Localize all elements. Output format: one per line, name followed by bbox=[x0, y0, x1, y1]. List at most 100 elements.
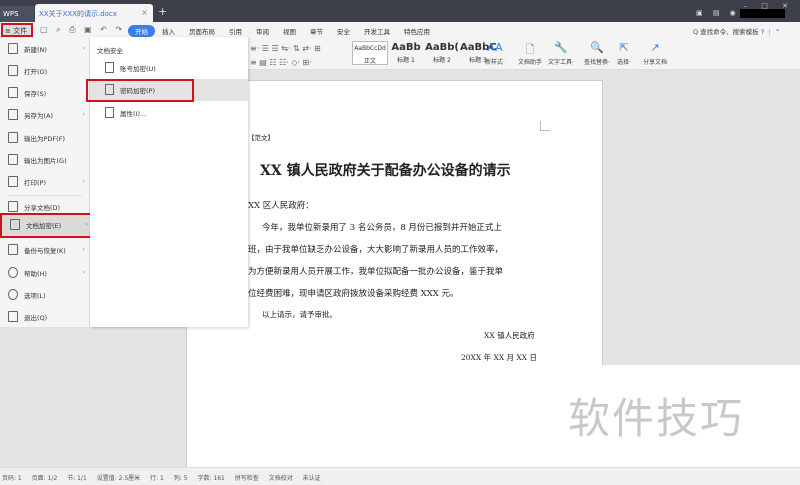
spell-check-button[interactable]: 拼写检查 bbox=[235, 475, 259, 482]
chevron-right-icon: › bbox=[85, 220, 88, 228]
tab-review[interactable]: 审阅 bbox=[249, 25, 276, 37]
share-document-button[interactable]: ↗ 分享文档 bbox=[643, 41, 667, 66]
folder-icon bbox=[8, 65, 18, 76]
tab-developer[interactable]: 开发工具 bbox=[357, 25, 397, 37]
salutation: XX 区人民政府： bbox=[248, 201, 314, 211]
tab-insert[interactable]: 插入 bbox=[155, 25, 182, 37]
help-icon bbox=[8, 267, 18, 278]
menu-export-image[interactable]: 输出为图片(G) bbox=[0, 150, 90, 172]
status-row: 行: 1 bbox=[150, 475, 164, 482]
paragraph-tools-icons[interactable]: ≡· ☰ ☰ ⇆· ⇅ ⇄· ⊞ ≡ ▤ ☷ ☷· ◇· ⊞· bbox=[250, 42, 321, 70]
date: 20XX 年 XX 月 XX 日 bbox=[461, 353, 537, 362]
body-line: 为方便新录用人员开展工作，我单位拟配备一批办公设备，鉴于我单 bbox=[248, 267, 504, 277]
menu-open[interactable]: 打开(O) bbox=[0, 61, 90, 83]
body-line: 位经费困难，现申请区政府拨放设备采购经费 XXX 元。 bbox=[248, 289, 459, 299]
print-icon bbox=[8, 176, 18, 187]
new-style-icon: AA bbox=[487, 41, 503, 54]
doc-tag: 【范文】 bbox=[248, 134, 274, 142]
exit-icon bbox=[8, 311, 18, 322]
select-button[interactable]: ⇱ 选择· bbox=[617, 41, 631, 66]
tab-home[interactable]: 开始 bbox=[128, 25, 155, 37]
style-normal[interactable]: AaBbCcDd 正文 bbox=[352, 41, 388, 65]
window-controls[interactable]: – □ ✕ bbox=[744, 2, 794, 10]
new-tab-button[interactable]: + bbox=[158, 5, 167, 18]
chevron-right-icon: › bbox=[82, 177, 85, 185]
menu-export-pdf[interactable]: 输出为PDF(F) bbox=[0, 128, 90, 150]
menu-backup[interactable]: 备份与恢复(K) › bbox=[0, 240, 90, 262]
menu-bar: ≡ 文件 ▢ ⌕ ⎙ ▣ ↶ ↷ ▾ 开始 插入 页面布局 引用 审阅 视图 章… bbox=[0, 22, 800, 37]
command-search[interactable]: Q 查找命令、搜索模板 ? ⋮ ⌃ bbox=[693, 26, 780, 36]
file-menu: 新建(N) › 打开(O) 保存(S) 另存为(A) › 输出为PDF(F) 输出为… bbox=[0, 37, 95, 329]
tab-references[interactable]: 引用 bbox=[222, 25, 249, 37]
body-line: 班，由于我单位缺乏办公设备，大大影响了新录用人员的工作效率， bbox=[248, 245, 504, 255]
titlebar-tools-icon[interactable]: ▣ ▤ ◉ bbox=[696, 9, 740, 17]
menu-exit[interactable]: 退出(Q) bbox=[0, 307, 90, 329]
tab-section[interactable]: 章节 bbox=[303, 25, 330, 37]
menu-save[interactable]: 保存(S) bbox=[0, 83, 90, 105]
new-icon bbox=[8, 43, 18, 54]
menu-save-as[interactable]: 另存为(A) › bbox=[0, 105, 90, 127]
account-redacted[interactable] bbox=[740, 9, 785, 18]
status-column: 列: 5 bbox=[173, 475, 188, 482]
account-encrypt-item[interactable]: 账号加密(U) bbox=[90, 57, 248, 79]
search-icon: 🔍 bbox=[590, 41, 604, 54]
status-word-count[interactable]: 字数: 161 bbox=[197, 475, 224, 482]
backup-icon bbox=[8, 244, 18, 255]
watermark: 软件技巧 bbox=[560, 365, 800, 467]
menu-help[interactable]: 帮助(H) › bbox=[0, 263, 90, 285]
doc-assistant-button[interactable]: 🗋 文档助手 bbox=[518, 41, 542, 66]
menu-new[interactable]: 新建(N) › bbox=[0, 39, 90, 61]
style-gallery: AaBbCcDd 正文 AaBb 标题 1 AaBb(标题 2 AaBbC 标题 3 bbox=[352, 41, 497, 65]
properties-item[interactable]: 属性(I)... bbox=[90, 102, 248, 124]
cursor-icon: ⇱ bbox=[619, 41, 629, 54]
gear-icon bbox=[8, 289, 18, 300]
menu-print[interactable]: 打印(P) › bbox=[0, 172, 90, 194]
certification-status[interactable]: 未认证 bbox=[303, 475, 321, 482]
share-icon: ↗ bbox=[650, 41, 660, 54]
document-body[interactable]: 【范文】 XX 镇人民政府关于配备办公设备的请示 XX 区人民政府： 今年，我单… bbox=[248, 132, 548, 362]
status-setting: 设置值: 2.5厘米 bbox=[96, 475, 141, 482]
close-tab-icon[interactable]: × bbox=[141, 8, 148, 17]
status-bar: 页码: 1 页面: 1/2 节: 1/1 设置值: 2.5厘米 行: 1 列: … bbox=[0, 467, 800, 485]
body-line: 今年，我单位新录用了 3 名公务员，8 月份已报到并开始正式上 bbox=[262, 223, 502, 233]
proofread-button[interactable]: 文档校对 bbox=[269, 475, 293, 482]
chevron-right-icon: › bbox=[82, 245, 85, 253]
file-menu-button[interactable]: ≡ 文件 bbox=[1, 23, 33, 37]
status-page-number: 页码: 1 bbox=[2, 475, 22, 482]
document-icon: 🗋 bbox=[525, 43, 535, 56]
status-pages: 页面: 1/2 bbox=[31, 475, 58, 482]
menu-options[interactable]: 选项(L) bbox=[0, 285, 90, 307]
document-tab-label: XX关于XXX的请示.docx bbox=[39, 10, 117, 18]
wrench-icon: 🔧 bbox=[554, 41, 568, 54]
tab-page-layout[interactable]: 页面布局 bbox=[182, 25, 222, 37]
save-icon bbox=[8, 87, 18, 98]
chevron-right-icon: › bbox=[82, 44, 85, 52]
tab-view[interactable]: 视图 bbox=[276, 25, 303, 37]
properties-icon bbox=[105, 107, 114, 118]
tab-security[interactable]: 安全 bbox=[330, 25, 357, 37]
chevron-right-icon: › bbox=[82, 268, 85, 276]
status-section: 节: 1/1 bbox=[67, 475, 87, 482]
tab-special[interactable]: 特色应用 bbox=[397, 25, 437, 37]
style-heading-1[interactable]: AaBb 标题 1 bbox=[388, 41, 424, 65]
menu-encrypt[interactable]: 文档加密(E) › bbox=[0, 213, 95, 238]
pdf-icon bbox=[8, 132, 18, 143]
divider bbox=[8, 195, 82, 196]
doc-title: XX 镇人民政府关于配备办公设备的请示 bbox=[260, 163, 511, 179]
title-bar: WPS XX关于XXX的请示.docx × + ▣ ▤ ◉ – □ ✕ bbox=[0, 0, 800, 22]
save-as-icon bbox=[8, 109, 18, 120]
margin-corner bbox=[540, 121, 550, 131]
chevron-right-icon: › bbox=[82, 110, 85, 118]
closing: 以上请示，请予审批。 bbox=[262, 310, 337, 319]
new-style-button[interactable]: AA 新样式· bbox=[485, 41, 505, 66]
find-replace-button[interactable]: 🔍 查找替换· bbox=[584, 41, 610, 66]
submenu-header: 文档安全 bbox=[97, 47, 123, 55]
style-heading-2[interactable]: AaBb(标题 2 bbox=[424, 41, 460, 65]
document-tab[interactable]: XX关于XXX的请示.docx × bbox=[35, 4, 153, 22]
text-tools-button[interactable]: 🔧 文字工具· bbox=[548, 41, 574, 66]
quick-access-icons[interactable]: ▢ ⌕ ⎙ ▣ ↶ ↷ ▾ bbox=[40, 25, 138, 35]
account-lock-icon bbox=[105, 62, 114, 73]
wps-home-tab[interactable]: WPS bbox=[0, 6, 34, 22]
signature: XX 镇人民政府 bbox=[484, 331, 535, 340]
highlight-box bbox=[86, 79, 194, 102]
